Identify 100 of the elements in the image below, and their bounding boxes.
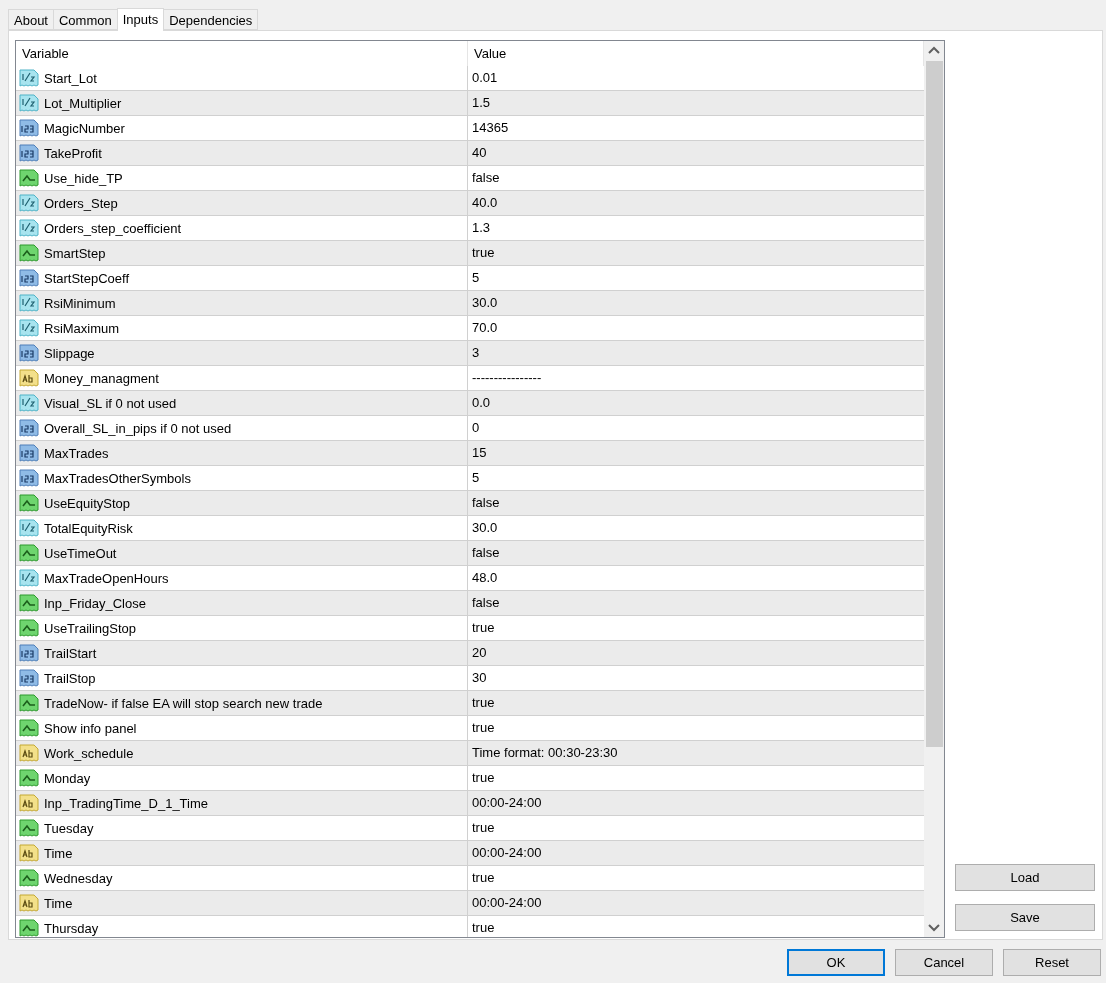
table-cell: MaxTradeOpenHours [16,566,468,590]
table-cell[interactable]: 30.0 [468,291,924,315]
table-cell[interactable]: 14365 [468,116,924,140]
table-cell[interactable]: true [468,241,924,265]
toggle-icon [19,918,39,937]
table-cell[interactable]: true [468,916,924,937]
fraction-icon [19,393,39,413]
table-cell[interactable]: false [468,541,924,565]
side-button[interactable]: Load [955,864,1095,891]
fraction-icon [19,193,39,213]
table-cell[interactable]: 40.0 [468,191,924,215]
table-cell: TradeNow- if false EA will stop search new trade [16,691,468,715]
toggle-icon [19,818,39,838]
table-cell[interactable]: 0.0 [468,391,924,415]
fraction-icon [19,318,39,338]
table-cell: UseEquityStop [16,491,468,515]
table-cell: Tuesday [16,816,468,840]
table-cell: Wednesday [16,866,468,890]
dialog-button[interactable]: OK [787,949,885,976]
table-cell[interactable]: 5 [468,266,924,290]
table-cell[interactable]: 70.0 [468,316,924,340]
scrollbar[interactable] [924,41,944,937]
table-cell[interactable]: 30 [468,666,924,690]
number-icon [19,343,39,363]
table-cell[interactable]: 5 [468,466,924,490]
text-icon [19,843,39,863]
toggle-icon [19,618,39,638]
toggle-icon [19,868,39,888]
tab[interactable]: Inputs [116,8,165,31]
table-cell[interactable]: 48.0 [468,566,924,590]
fraction-icon [19,293,39,313]
table-cell: UseTimeOut [16,541,468,565]
table-cell[interactable]: true [468,616,924,640]
text-icon [19,793,39,813]
table-cell[interactable]: 0 [468,416,924,440]
table-cell[interactable]: 40 [468,141,924,165]
table-cell[interactable]: ---------------- [468,366,924,390]
table-cell[interactable]: 1.5 [468,91,924,115]
tab[interactable]: About [8,9,54,30]
table-cell: Work_schedule [16,741,468,765]
table-cell: TrailStart [16,641,468,665]
table-cell: SmartStep [16,241,468,265]
table-cell[interactable]: 20 [468,641,924,665]
table-cell[interactable]: 1.3 [468,216,924,240]
table-cell: RsiMinimum [16,291,468,315]
table-cell: Overall_SL_in_pips if 0 not used [16,416,468,440]
table-cell: Start_Lot [16,66,468,90]
toggle-icon [19,693,39,713]
table-cell[interactable]: 00:00-24:00 [468,791,924,815]
number-icon [19,268,39,288]
table-cell: Money_managment [16,366,468,390]
table-cell: Slippage [16,341,468,365]
table-cell: Use_hide_TP [16,166,468,190]
toggle-icon [19,493,39,513]
table-cell[interactable]: true [468,716,924,740]
table-cell[interactable]: true [468,816,924,840]
table-cell: RsiMaximum [16,316,468,340]
text-icon [19,893,39,913]
fraction-icon [19,68,39,88]
table-cell: Monday [16,766,468,790]
table-cell[interactable]: 3 [468,341,924,365]
table-cell[interactable]: 15 [468,441,924,465]
table-cell[interactable]: true [468,866,924,890]
table-cell: TakeProfit [16,141,468,165]
table-cell: Orders_step_coefficient [16,216,468,240]
text-icon [19,368,39,388]
table-cell: Visual_SL if 0 not used [16,391,468,415]
number-icon [19,668,39,688]
table-cell[interactable]: 00:00-24:00 [468,841,924,865]
dialog-button[interactable]: Cancel [895,949,993,976]
table-cell: Time [16,841,468,865]
number-icon [19,643,39,663]
table-cell[interactable]: false [468,491,924,515]
table-cell[interactable]: 0.01 [468,66,924,90]
table-cell[interactable]: 00:00-24:00 [468,891,924,915]
fraction-icon [19,568,39,588]
scroll-thumb[interactable] [925,61,943,747]
table-cell[interactable]: true [468,691,924,715]
number-icon [19,143,39,163]
dialog-button[interactable]: Reset [1003,949,1101,976]
table-cell[interactable]: false [468,166,924,190]
tab[interactable]: Common [53,9,118,30]
table-cell: Inp_Friday_Close [16,591,468,615]
table-cell[interactable]: true [468,766,924,790]
table-cell[interactable]: 30.0 [468,516,924,540]
fraction-icon [19,518,39,538]
table-cell: StartStepCoeff [16,266,468,290]
table-cell: Show info panel [16,716,468,740]
toggle-icon [19,768,39,788]
table-cell[interactable]: false [468,591,924,615]
number-icon [19,118,39,138]
table-cell: Inp_TradingTime_D_1_Time [16,791,468,815]
tab[interactable]: Dependencies [163,9,259,30]
fraction-icon [19,218,39,238]
side-button[interactable]: Save [955,904,1095,931]
table-cell: Time [16,891,468,915]
table-cell[interactable]: Time format: 00:30-23:30 [468,741,924,765]
table-cell: MaxTrades [16,441,468,465]
table-cell: UseTrailingStop [16,616,468,640]
table-cell: Orders_Step [16,191,468,215]
